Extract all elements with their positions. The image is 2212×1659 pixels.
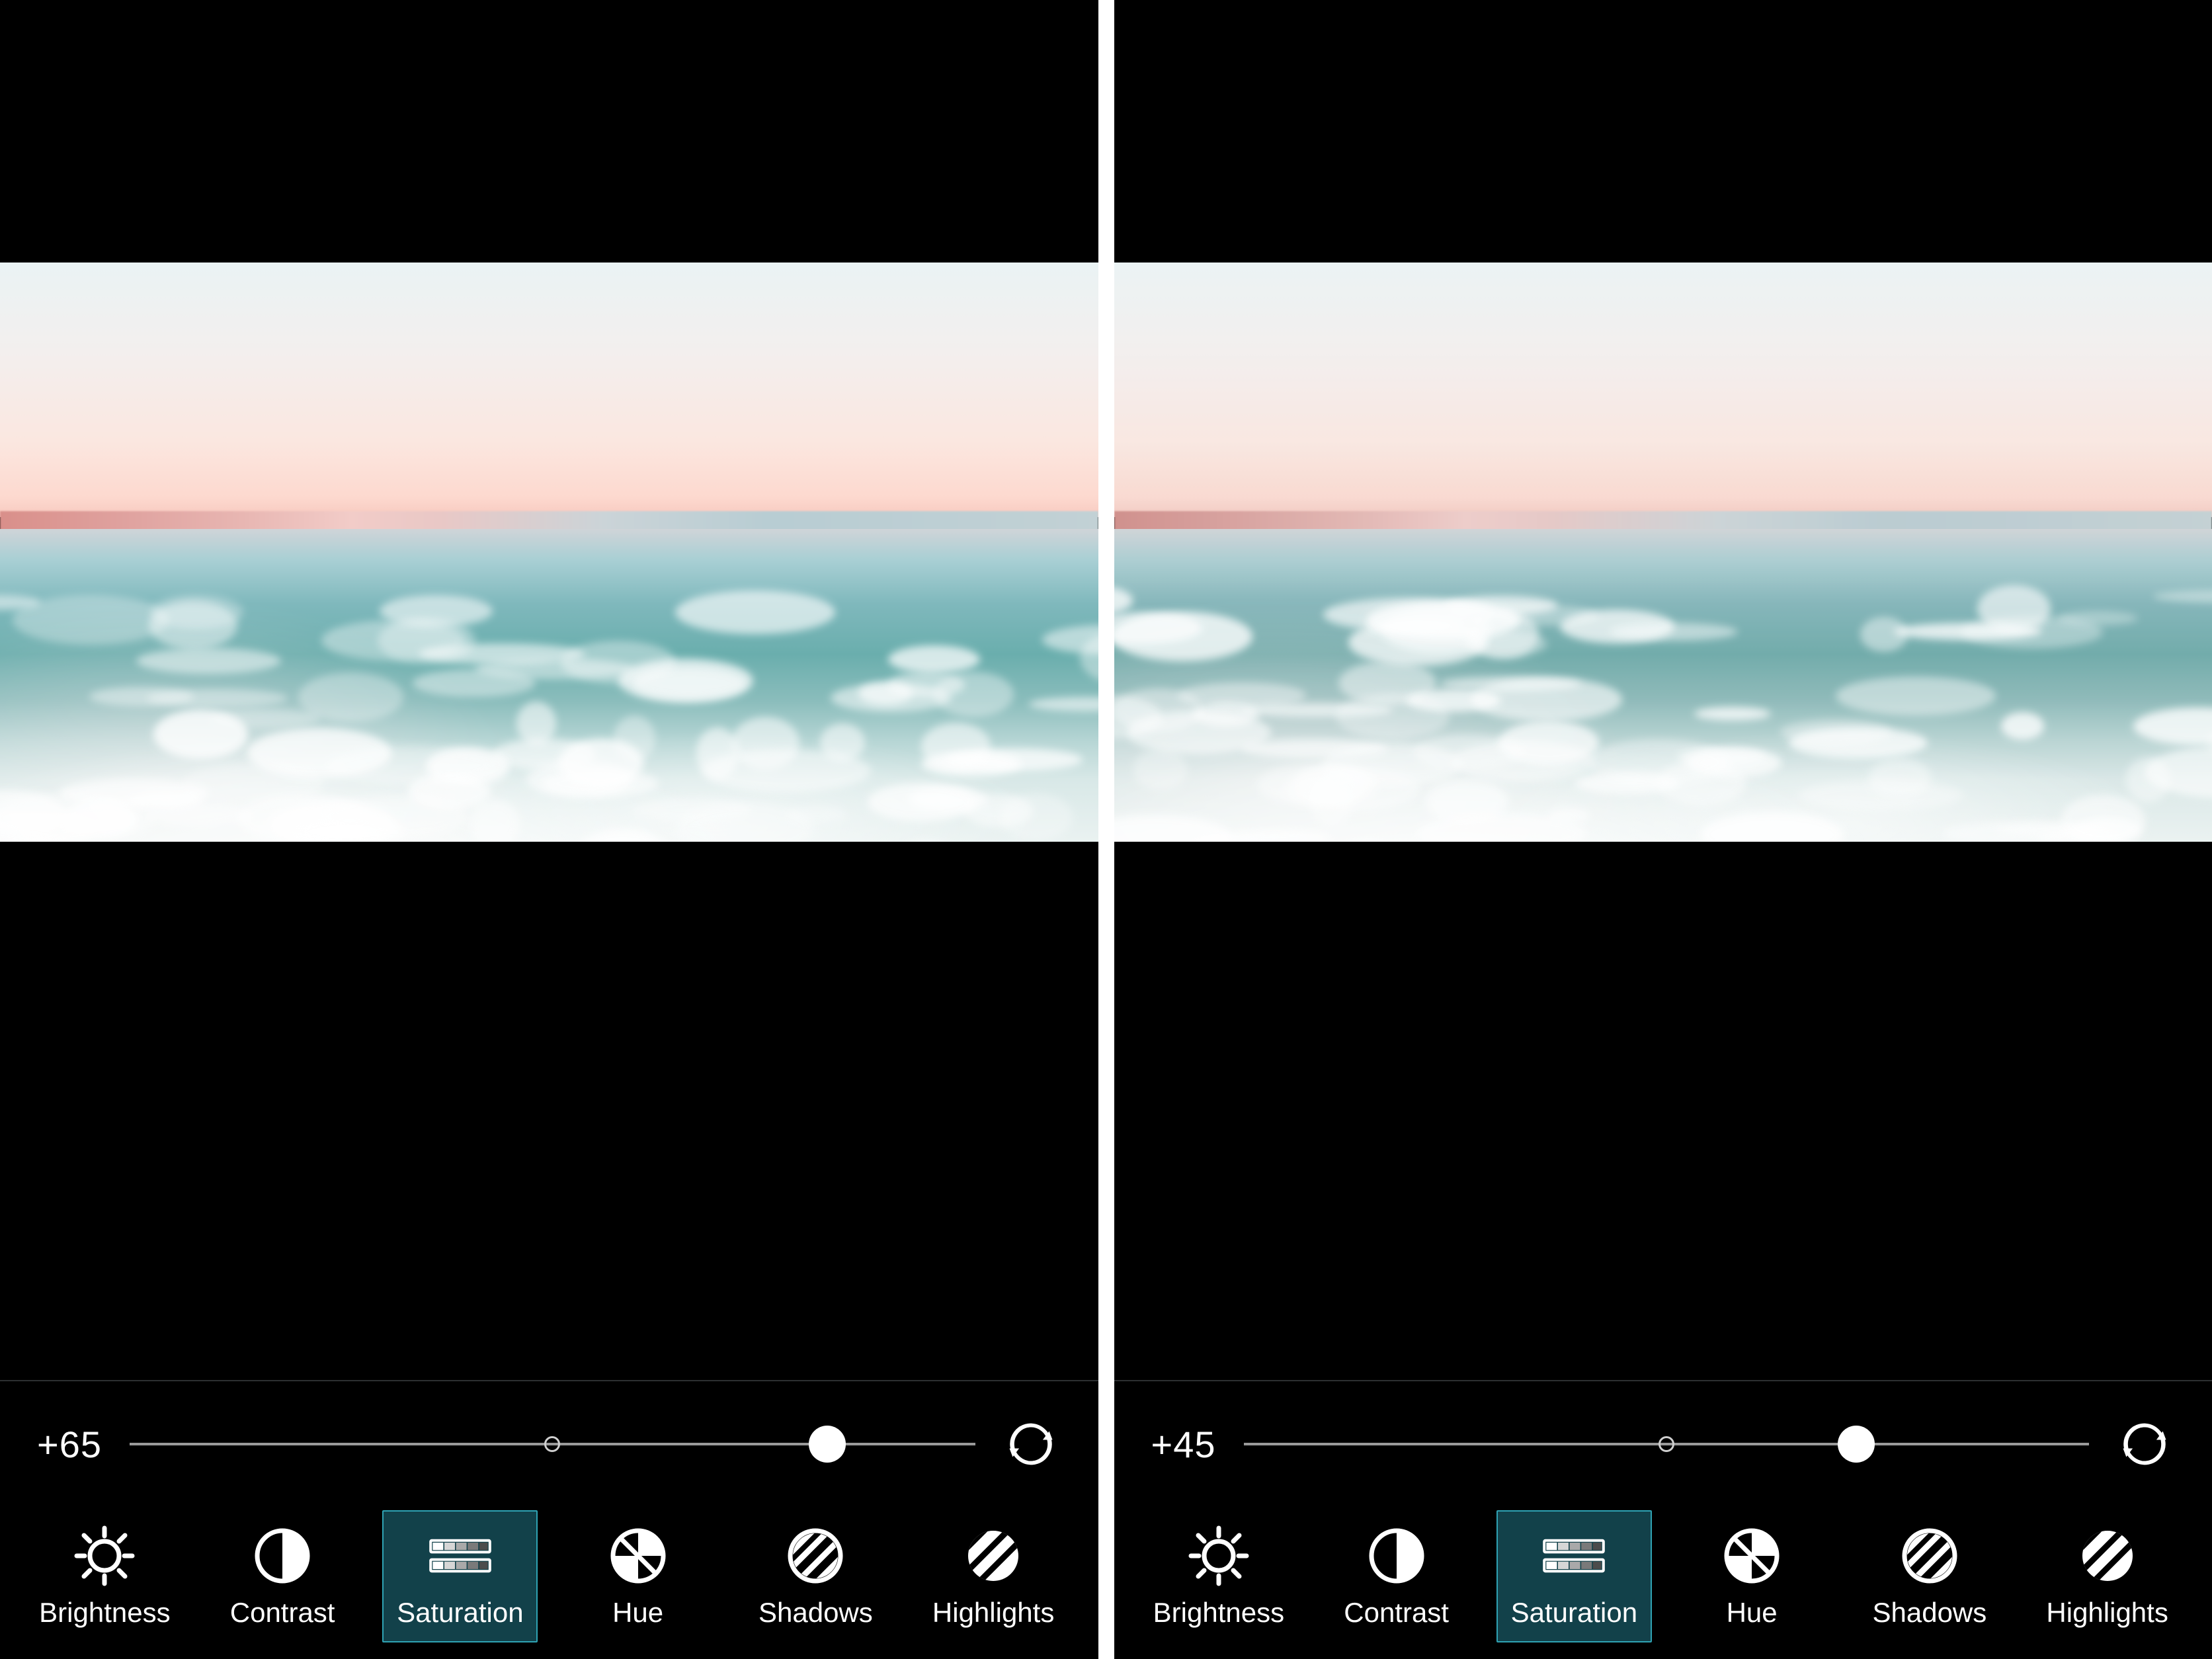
tool-shadows[interactable]: Shadows	[738, 1510, 893, 1642]
reset-icon	[1005, 1418, 1057, 1470]
brightness-icon	[1187, 1524, 1250, 1588]
tool-contrast[interactable]: Contrast	[1319, 1510, 1474, 1642]
tool-saturation[interactable]: Saturation	[382, 1510, 538, 1642]
reset-button[interactable]	[2114, 1414, 2175, 1475]
tool-highlights-label: Highlights	[2046, 1597, 2168, 1629]
brightness-icon	[73, 1524, 136, 1588]
saturation-icon	[429, 1531, 492, 1580]
saturation-icon	[429, 1524, 492, 1588]
adjustment-slider[interactable]	[1244, 1424, 2090, 1464]
tool-strip: Brightness Contrast Saturation Hue Shado…	[1114, 1507, 2212, 1659]
brightness-icon	[1187, 1524, 1250, 1588]
tool-hue-label: Hue	[612, 1597, 663, 1629]
tool-hue[interactable]: Hue	[560, 1510, 716, 1642]
hue-icon	[1720, 1524, 1783, 1588]
hue-icon	[606, 1524, 670, 1588]
hue-icon	[606, 1524, 670, 1588]
highlights-icon	[2076, 1524, 2139, 1588]
tool-brightness-label: Brightness	[1153, 1597, 1284, 1629]
photo-preview[interactable]	[0, 0, 1098, 1380]
tool-shadows-label: Shadows	[1872, 1597, 1987, 1629]
editor-panel-1: +45 Brightness Contrast	[1106, 0, 2212, 1659]
tool-shadows[interactable]: Shadows	[1852, 1510, 2007, 1642]
editor-panel-0: +65 Brightness Contrast	[0, 0, 1106, 1659]
shadows-icon	[1898, 1524, 1961, 1588]
tool-contrast-label: Contrast	[230, 1597, 335, 1629]
tool-highlights[interactable]: Highlights	[916, 1510, 1071, 1642]
contrast-icon	[1365, 1524, 1428, 1588]
tool-brightness-label: Brightness	[39, 1597, 170, 1629]
hue-icon	[1720, 1524, 1783, 1588]
slider-center-mark	[1659, 1436, 1674, 1452]
photo-preview[interactable]	[1114, 0, 2212, 1380]
shadows-icon	[784, 1524, 847, 1588]
highlights-icon	[962, 1524, 1025, 1588]
shadows-icon	[784, 1524, 847, 1588]
tool-shadows-label: Shadows	[758, 1597, 873, 1629]
shadows-icon	[1898, 1524, 1961, 1588]
tool-brightness[interactable]: Brightness	[27, 1510, 183, 1642]
slider-center-mark	[544, 1436, 560, 1452]
slider-value: +65	[37, 1423, 123, 1466]
tool-saturation[interactable]: Saturation	[1496, 1510, 1652, 1642]
saturation-icon	[1542, 1524, 1606, 1588]
contrast-icon	[1365, 1524, 1428, 1588]
slider-row: +65	[0, 1381, 1098, 1507]
slider-value: +45	[1151, 1423, 1237, 1466]
tool-hue-label: Hue	[1727, 1597, 1778, 1629]
slider-thumb[interactable]	[1838, 1426, 1875, 1463]
photo-image	[1114, 263, 2212, 842]
tool-strip: Brightness Contrast Saturation Hue Shado…	[0, 1507, 1098, 1659]
reset-button[interactable]	[1001, 1414, 1061, 1475]
photo-image	[0, 263, 1098, 842]
highlights-icon	[2076, 1524, 2139, 1588]
saturation-icon	[1542, 1531, 1606, 1580]
tool-highlights[interactable]: Highlights	[2029, 1510, 2185, 1642]
tool-brightness[interactable]: Brightness	[1141, 1510, 1296, 1642]
slider-row: +45	[1114, 1381, 2212, 1507]
reset-icon	[2119, 1418, 2170, 1470]
highlights-icon	[962, 1524, 1025, 1588]
tool-contrast-label: Contrast	[1344, 1597, 1449, 1629]
brightness-icon	[73, 1524, 136, 1588]
tool-hue[interactable]: Hue	[1674, 1510, 1830, 1642]
tool-highlights-label: Highlights	[932, 1597, 1054, 1629]
tool-contrast[interactable]: Contrast	[205, 1510, 360, 1642]
adjustment-slider[interactable]	[130, 1424, 975, 1464]
contrast-icon	[251, 1524, 314, 1588]
tool-saturation-label: Saturation	[397, 1597, 523, 1629]
slider-thumb[interactable]	[809, 1426, 846, 1463]
tool-saturation-label: Saturation	[1511, 1597, 1637, 1629]
contrast-icon	[251, 1524, 314, 1588]
